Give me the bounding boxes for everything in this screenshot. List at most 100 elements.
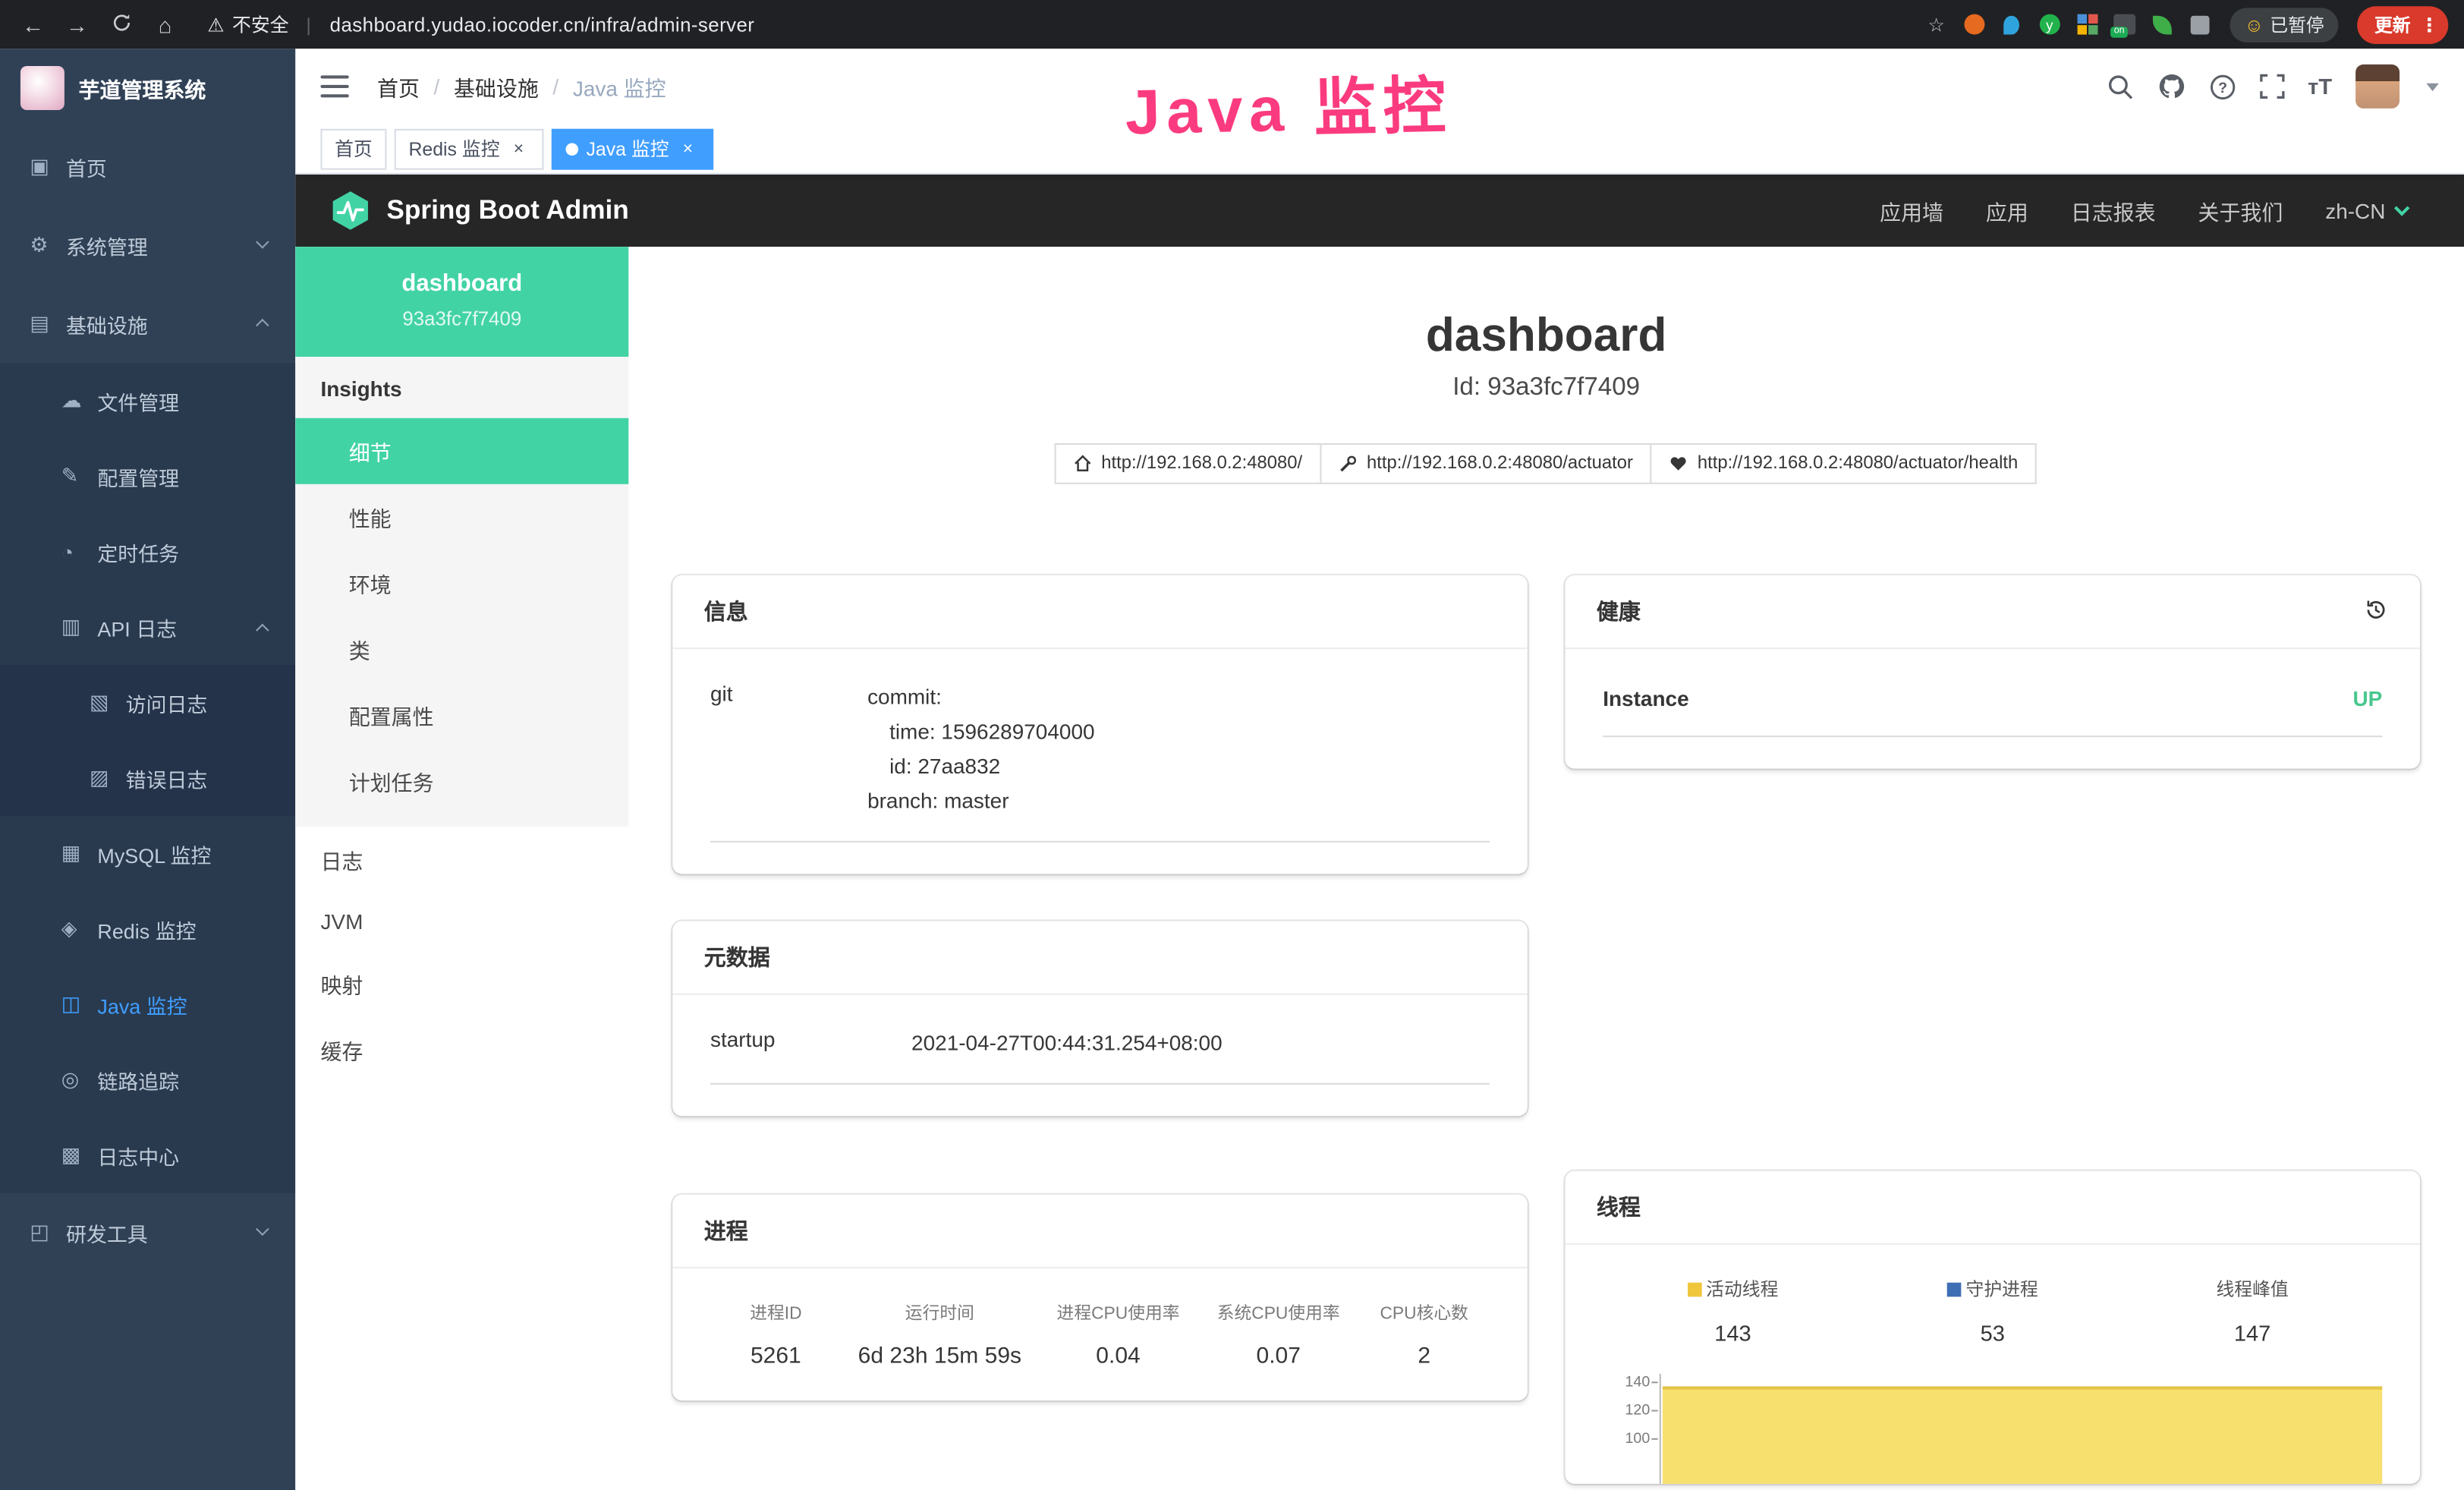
chrome-update-button[interactable]: 更新 ⋮ — [2357, 5, 2448, 43]
sidebar-item-label: 错误日志 — [126, 763, 208, 792]
bookmark-star-icon[interactable]: ☆ — [1922, 10, 1950, 38]
health-instance-row[interactable]: Instance UP — [1603, 687, 2382, 737]
sidebar-item-label: 基础设施 — [66, 309, 148, 339]
sidebar-item-trace[interactable]: ◎ 链路追踪 — [0, 1042, 295, 1117]
sba-item-environment[interactable]: 环境 — [295, 550, 628, 616]
sidebar-item-java-monitor[interactable]: ◫ Java 监控 — [0, 967, 295, 1042]
search-icon[interactable] — [2107, 73, 2133, 99]
sidebar-item-label: 文件管理 — [97, 386, 179, 415]
sidebar-item-mysql-monitor[interactable]: ▦ MySQL 监控 — [0, 816, 295, 891]
tab-home[interactable]: 首页 — [320, 128, 386, 169]
browser-extension-icon-grid[interactable] — [2073, 10, 2101, 38]
clock-icon: ◔ — [61, 540, 98, 563]
sidebar-item-file-management[interactable]: ☁ 文件管理 — [0, 363, 295, 438]
git-commit-line: commit: — [867, 681, 1094, 716]
browser-extension-icon-blue[interactable] — [1997, 10, 2025, 38]
sba-item-classes[interactable]: 类 — [295, 616, 628, 682]
sba-instance-header[interactable]: dashboard 93a3fc7f7409 — [295, 247, 628, 357]
access-log-icon: ▧ — [90, 690, 126, 715]
sba-item-logs[interactable]: 日志 — [295, 827, 628, 893]
sidebar-item-label: 系统管理 — [66, 230, 148, 260]
browser-extension-icon-green[interactable]: y — [2035, 10, 2063, 38]
help-icon[interactable]: ? — [2209, 73, 2236, 99]
sba-item-jvm[interactable]: JVM — [295, 893, 628, 951]
browser-menu-icon[interactable]: ⋮ — [2420, 14, 2439, 36]
sba-brand[interactable]: Spring Boot Admin — [330, 191, 629, 232]
process-col-system-cpu: 系统CPU使用率 0.07 — [1198, 1300, 1358, 1369]
sidebar-item-log-center[interactable]: ▩ 日志中心 — [0, 1117, 295, 1192]
warning-icon: ⚠ — [207, 14, 224, 36]
reload-button[interactable] — [104, 12, 139, 37]
extension-glyph: on — [2114, 14, 2136, 35]
breadcrumb-home[interactable]: 首页 — [377, 71, 420, 102]
forward-button[interactable]: → — [60, 12, 95, 37]
tab-java-monitor[interactable]: Java 监控 × — [552, 128, 713, 169]
sidebar-item-redis-monitor[interactable]: ◈ Redis 监控 — [0, 891, 295, 966]
sba-item-details[interactable]: 细节 — [295, 418, 628, 484]
tab-label: Java 监控 — [586, 135, 669, 162]
sba-nav-about[interactable]: 关于我们 — [2198, 195, 2283, 226]
sba-item-metrics[interactable]: 性能 — [295, 484, 628, 550]
extensions-puzzle-icon[interactable] — [2186, 10, 2214, 38]
extension-glyph — [2153, 15, 2172, 34]
sidebar-item-label: 研发工具 — [66, 1218, 148, 1247]
sidebar-item-infrastructure[interactable]: ▤ 基础设施 — [0, 285, 295, 364]
health-history-icon[interactable] — [2363, 597, 2388, 626]
infrastructure-submenu: ☁ 文件管理 ✎ 配置管理 ◔ 定时任务 ▥ API 日志 — [0, 363, 295, 1192]
sidebar-toggle-icon[interactable] — [320, 75, 348, 97]
process-header: 进程ID — [710, 1300, 842, 1325]
sidebar-item-error-logs[interactable]: ▨ 错误日志 — [0, 740, 295, 815]
sba-item-mappings[interactable]: 映射 — [295, 951, 628, 1017]
site-security-chip[interactable]: ⚠ 不安全 | — [207, 11, 320, 37]
sidebar-item-scheduled-tasks[interactable]: ◔ 定时任务 — [0, 514, 295, 589]
profile-paused-badge[interactable]: ☺ 已暂停 — [2230, 7, 2338, 42]
back-button[interactable]: ← — [16, 12, 51, 37]
app-logo-row[interactable]: 芋道管理系统 — [0, 49, 295, 128]
avatar-dropdown-caret-icon[interactable] — [2426, 83, 2439, 90]
home-icon — [1073, 454, 1092, 473]
close-icon[interactable]: × — [677, 139, 699, 158]
sidebar-item-label: Java 监控 — [97, 990, 187, 1019]
wrench-icon — [1339, 454, 1358, 473]
sba-language-select[interactable]: zh-CN — [2325, 199, 2407, 222]
sidebar-item-label: 首页 — [66, 152, 107, 181]
font-size-icon[interactable]: тT — [2308, 74, 2332, 99]
close-icon[interactable]: × — [508, 139, 530, 158]
fullscreen-icon[interactable] — [2259, 74, 2284, 99]
sba-nav-applications[interactable]: 应用 — [1986, 195, 2028, 226]
sidebar-item-system-management[interactable]: ⚙ 系统管理 — [0, 206, 295, 285]
health-url-button[interactable]: http://192.168.0.2:48080/actuator/health — [1651, 443, 2037, 484]
service-url-button[interactable]: http://192.168.0.2:48080/ — [1054, 443, 1321, 484]
sidebar-item-config-management[interactable]: ✎ 配置管理 — [0, 439, 295, 514]
edit-icon: ✎ — [61, 464, 98, 489]
sidebar-item-home[interactable]: ▣ 首页 — [0, 128, 295, 206]
tags-view-bar: 首页 Redis 监控 × Java 监控 × — [295, 124, 2464, 175]
breadcrumb-infrastructure[interactable]: 基础设施 — [454, 71, 539, 102]
sba-item-config-props[interactable]: 配置属性 — [295, 682, 628, 748]
address-bar-url[interactable]: dashboard.yudao.iocoder.cn/infra/admin-s… — [330, 14, 755, 36]
sba-item-caches[interactable]: 缓存 — [295, 1017, 628, 1083]
sba-nav-journal[interactable]: 日志报表 — [2071, 195, 2156, 226]
browser-extension-icon-tampermonkey[interactable]: on — [2111, 10, 2139, 38]
instance-id-line: Id: 93a3fc7f7409 — [672, 374, 2420, 402]
tab-redis-monitor[interactable]: Redis 监控 × — [395, 128, 544, 169]
browser-extension-icon-leaf[interactable] — [2148, 10, 2176, 38]
spring-boot-admin-frame: Spring Boot Admin 应用墙 应用 日志报表 关于我们 zh-CN — [295, 175, 2464, 1490]
sidebar-item-api-logs[interactable]: ▥ API 日志 — [0, 590, 295, 665]
browser-extension-icon-orange[interactable] — [1960, 10, 1988, 38]
log-center-icon: ▩ — [61, 1142, 98, 1167]
threads-card: 线程 活动线程 143 — [1566, 1171, 2421, 1484]
breadcrumb-current: Java 监控 — [573, 71, 666, 102]
sidebar-item-access-logs[interactable]: ▧ 访问日志 — [0, 665, 295, 740]
screen: ← → ⌂ ⚠ 不安全 | dashboard.yudao.iocoder.cn… — [0, 0, 2464, 1490]
metadata-key: startup — [710, 1026, 911, 1061]
sba-nav-wallboard[interactable]: 应用墙 — [1880, 195, 1943, 226]
y-tick: 100 — [1603, 1430, 1650, 1458]
sidebar-item-dev-tools[interactable]: ◰ 研发工具 — [0, 1193, 295, 1272]
github-icon[interactable] — [2157, 72, 2185, 100]
sba-item-scheduled-tasks[interactable]: 计划任务 — [295, 748, 628, 814]
actuator-url-button[interactable]: http://192.168.0.2:48080/actuator — [1320, 443, 1652, 484]
extension-glyph — [2077, 14, 2097, 35]
home-button[interactable]: ⌂ — [148, 12, 183, 37]
user-avatar[interactable] — [2355, 65, 2399, 109]
